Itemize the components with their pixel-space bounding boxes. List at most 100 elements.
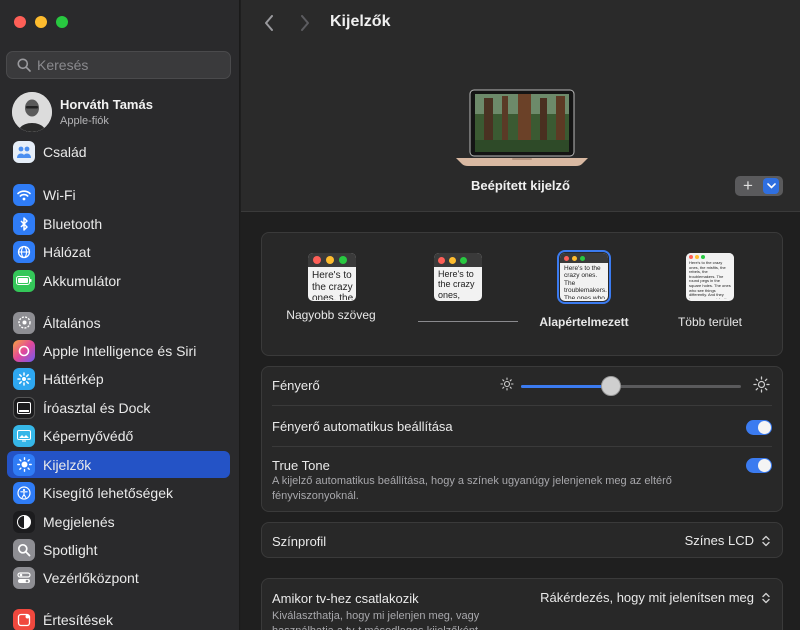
battery-icon bbox=[13, 269, 35, 292]
sidebar-item-label: Wi-Fi bbox=[43, 186, 76, 203]
resolution-option-2[interactable]: Here's to the crazy ones, troublemakers,… bbox=[398, 233, 518, 357]
family-icon bbox=[13, 140, 35, 163]
sidebar-item-label: Megjelenés bbox=[43, 513, 115, 530]
true-tone-toggle[interactable] bbox=[746, 458, 772, 473]
display-header: Kijelzők Beépített kijelző + bbox=[241, 0, 800, 212]
magnifier-icon bbox=[13, 538, 35, 561]
tv-connection-label: Amikor tv-hez csatlakozik bbox=[272, 591, 419, 606]
chevron-right-icon bbox=[301, 15, 309, 31]
zoom-window-button[interactable] bbox=[56, 16, 68, 28]
display-name: Beépített kijelző bbox=[471, 178, 570, 193]
plus-icon: + bbox=[743, 176, 753, 195]
brightness-slider[interactable] bbox=[521, 376, 741, 396]
gear-icon bbox=[13, 311, 35, 334]
sidebar-item-label: Háttérkép bbox=[43, 370, 104, 387]
color-profile-row: Színprofil Színes LCD bbox=[261, 522, 783, 558]
globe-icon bbox=[13, 240, 35, 263]
sidebar-item-spotlight[interactable]: Spotlight bbox=[7, 536, 230, 563]
avatar bbox=[12, 92, 52, 132]
resolution-preview: Here's to the crazy ones. The troublemak… bbox=[557, 250, 611, 304]
notifications-icon bbox=[13, 608, 35, 630]
sidebar-item-wallpaper[interactable]: Háttérkép bbox=[7, 365, 230, 392]
divider bbox=[272, 405, 772, 406]
resolution-divider bbox=[418, 321, 518, 322]
control-center-icon bbox=[13, 566, 35, 589]
resolution-option-default[interactable]: Here's to the crazy ones. The troublemak… bbox=[524, 233, 644, 357]
search-icon bbox=[17, 58, 31, 72]
sidebar-item-general[interactable]: Általános bbox=[7, 309, 230, 336]
sidebar-item-label: Akkumulátor bbox=[43, 272, 121, 289]
divider bbox=[272, 446, 772, 447]
tv-connection-popup[interactable]: Rákérdezés, hogy mit jelenítsen meg bbox=[540, 590, 772, 605]
bluetooth-icon bbox=[13, 212, 35, 235]
auto-brightness-label: Fényerő automatikus beállítása bbox=[272, 419, 453, 434]
sun-large-icon bbox=[753, 376, 770, 393]
sidebar: Horváth Tamás Apple-fiók Család Wi-Fi Bl… bbox=[0, 0, 240, 630]
accessibility-icon bbox=[13, 481, 35, 504]
sidebar-item-label: Bluetooth bbox=[43, 215, 103, 232]
resolution-label: Több terület bbox=[677, 315, 743, 329]
minimize-window-button[interactable] bbox=[35, 16, 47, 28]
color-profile-value: Színes LCD bbox=[684, 533, 754, 548]
chevron-left-icon bbox=[265, 15, 273, 31]
sun-small-icon bbox=[500, 377, 514, 391]
sidebar-item-battery[interactable]: Akkumulátor bbox=[7, 267, 230, 294]
tv-connection-value: Rákérdezés, hogy mit jelenítsen meg bbox=[540, 590, 754, 605]
sidebar-item-screensaver[interactable]: Képernyővédő bbox=[7, 422, 230, 449]
add-display-button[interactable]: + bbox=[735, 176, 783, 196]
back-button[interactable] bbox=[259, 12, 279, 34]
sidebar-item-label: Kisegítő lehetőségek bbox=[43, 484, 173, 501]
brightness-slider-knob[interactable] bbox=[601, 376, 621, 396]
forward-button[interactable] bbox=[295, 12, 315, 34]
sidebar-item-control-center[interactable]: Vezérlőközpont bbox=[7, 564, 230, 591]
resolution-option-larger-text[interactable]: Here's to the crazy ones, the misfits, t… bbox=[272, 233, 392, 357]
sidebar-item-family[interactable]: Család bbox=[7, 138, 230, 165]
sidebar-item-wifi[interactable]: Wi-Fi bbox=[7, 181, 230, 208]
sidebar-item-label: Vezérlőközpont bbox=[43, 569, 139, 586]
brightness-slider-fill bbox=[521, 385, 611, 388]
search-field[interactable] bbox=[6, 51, 231, 79]
sidebar-item-label: Értesítések bbox=[43, 611, 114, 628]
sidebar-item-bluetooth[interactable]: Bluetooth bbox=[7, 210, 230, 237]
sidebar-item-displays[interactable]: Kijelzők bbox=[7, 451, 230, 478]
sidebar-item-label: Család bbox=[43, 143, 87, 160]
true-tone-label: True Tone bbox=[272, 458, 330, 473]
wallpaper-icon bbox=[13, 367, 35, 390]
true-tone-description: A kijelző automatikus beállítása, hogy a… bbox=[272, 475, 672, 502]
sidebar-item-label: Általános bbox=[43, 314, 101, 331]
color-profile-label: Színprofil bbox=[272, 534, 327, 549]
wifi-icon bbox=[13, 183, 35, 206]
sidebar-item-desktop-dock[interactable]: Íróasztal és Dock bbox=[7, 394, 230, 421]
page-title: Kijelzők bbox=[330, 13, 391, 30]
close-window-button[interactable] bbox=[14, 16, 26, 28]
resolution-preview: Here's to the crazy ones, troublemakers,… bbox=[434, 253, 482, 301]
siri-icon bbox=[13, 339, 35, 362]
sidebar-item-notifications[interactable]: Értesítések bbox=[7, 606, 230, 630]
laptop-display-icon[interactable] bbox=[456, 88, 588, 168]
dock-icon bbox=[13, 396, 35, 419]
sidebar-item-accessibility[interactable]: Kisegítő lehetőségek bbox=[7, 479, 230, 506]
sidebar-item-label: Hálózat bbox=[43, 243, 91, 260]
profile-subtitle: Apple-fiók bbox=[60, 115, 109, 127]
sidebar-item-label: Kijelzők bbox=[43, 456, 92, 473]
sidebar-item-appearance[interactable]: Megjelenés bbox=[7, 508, 230, 535]
resolution-options: Here's to the crazy ones, the misfits, t… bbox=[261, 232, 783, 356]
tv-connection-row: Amikor tv-hez csatlakozik Kiválaszthatja… bbox=[261, 578, 783, 630]
profile-name: Horváth Tamás bbox=[60, 97, 153, 112]
resolution-preview: Here's to the crazy ones, the misfits, t… bbox=[686, 253, 734, 301]
color-profile-popup[interactable]: Színes LCD bbox=[685, 533, 772, 548]
brightness-label: Fényerő bbox=[272, 378, 320, 393]
up-down-chevron-icon bbox=[762, 535, 770, 546]
search-input[interactable] bbox=[37, 57, 217, 73]
appearance-icon bbox=[13, 510, 35, 533]
chevron-down-icon[interactable] bbox=[763, 178, 779, 194]
resolution-option-more-space[interactable]: Here's to the crazy ones, the misfits, t… bbox=[650, 233, 770, 357]
sidebar-item-label: Apple Intelligence és Siri bbox=[43, 342, 197, 359]
sidebar-item-siri[interactable]: Apple Intelligence és Siri bbox=[7, 337, 230, 364]
sidebar-item-network[interactable]: Hálózat bbox=[7, 238, 230, 265]
resolution-preview: Here's to the crazy ones, the misfits, t… bbox=[308, 253, 356, 301]
resolution-label: Nagyobb szöveg bbox=[286, 308, 376, 322]
sidebar-item-label: Spotlight bbox=[43, 541, 98, 558]
apple-account-profile[interactable]: Horváth Tamás Apple-fiók bbox=[12, 91, 232, 133]
auto-brightness-toggle[interactable] bbox=[746, 420, 772, 435]
